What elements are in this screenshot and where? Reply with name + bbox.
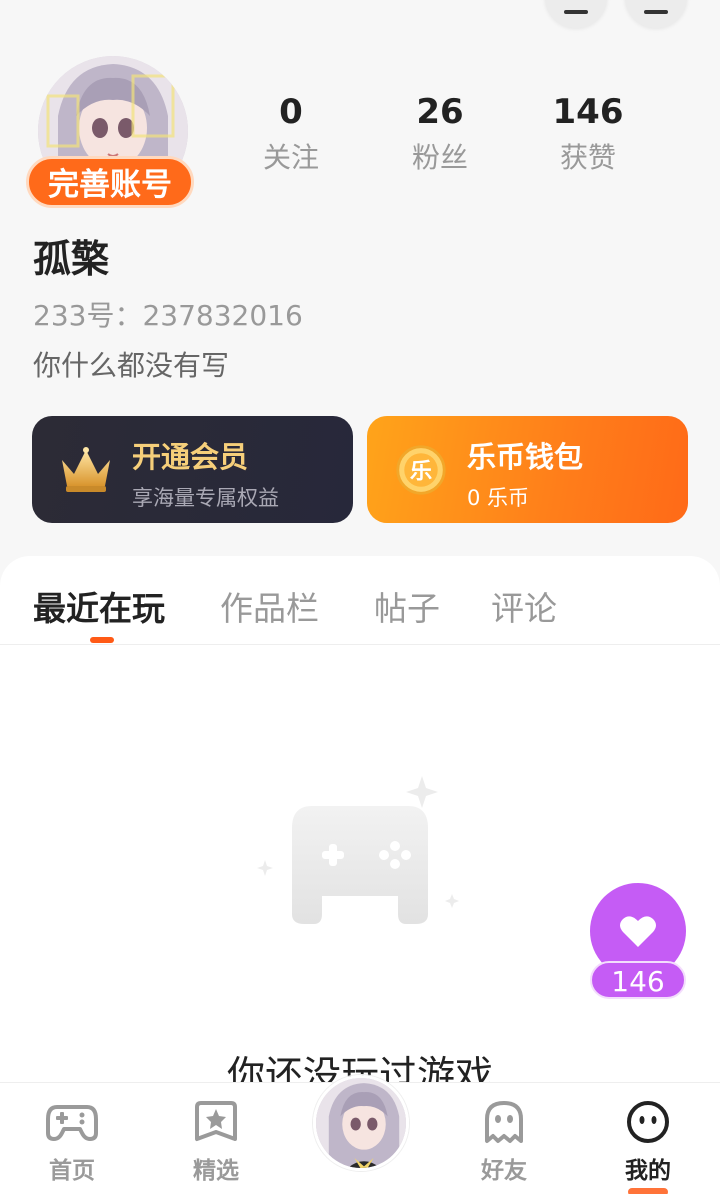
wallet-card[interactable]: 乐 乐币钱包 0 乐币 bbox=[367, 416, 688, 523]
crown-icon bbox=[62, 447, 110, 492]
active-nav-indicator bbox=[628, 1188, 668, 1194]
active-tab-indicator bbox=[90, 637, 114, 643]
tab-comments[interactable]: 评论 bbox=[491, 582, 557, 630]
center-avatar-button[interactable] bbox=[313, 1075, 409, 1171]
tabs-divider bbox=[0, 644, 720, 645]
stat-fans[interactable]: 26 粉丝 bbox=[380, 92, 500, 178]
svg-text:乐: 乐 bbox=[410, 458, 432, 484]
nav-home[interactable]: 首页 bbox=[22, 1099, 122, 1185]
vip-card-subtitle: 享海量专属权益 bbox=[132, 486, 279, 510]
nav-featured-label: 精选 bbox=[193, 1158, 239, 1184]
like-count-badge[interactable]: 146 bbox=[590, 961, 686, 999]
complete-account-badge[interactable]: 完善账号 bbox=[26, 156, 194, 208]
fans-count: 26 bbox=[416, 92, 464, 132]
tab-recently-played[interactable]: 最近在玩 bbox=[33, 582, 165, 630]
tab-works[interactable]: 作品栏 bbox=[220, 582, 319, 630]
wallet-card-balance: 0 乐币 bbox=[467, 486, 530, 510]
nav-friends-label: 好友 bbox=[481, 1158, 527, 1184]
nav-me-label: 我的 bbox=[625, 1158, 671, 1184]
heart-icon bbox=[620, 916, 656, 947]
minus-icon bbox=[564, 10, 588, 14]
following-count: 0 bbox=[279, 92, 303, 132]
stat-likes[interactable]: 146 获赞 bbox=[528, 92, 648, 178]
top-action-button-2[interactable] bbox=[625, 0, 687, 28]
profile-avatar-container[interactable]: 完善账号 bbox=[26, 56, 194, 208]
following-label: 关注 bbox=[262, 141, 319, 174]
vip-membership-card[interactable]: 开通会员 享海量专属权益 bbox=[32, 416, 353, 523]
vip-card-title: 开通会员 bbox=[132, 440, 249, 474]
nav-me[interactable]: 我的 bbox=[598, 1099, 698, 1194]
fans-label: 粉丝 bbox=[411, 141, 468, 174]
ghost-icon bbox=[485, 1101, 523, 1143]
gamepad-icon bbox=[46, 1105, 98, 1141]
username: 孤檠 bbox=[33, 237, 110, 281]
stat-following[interactable]: 0 关注 bbox=[231, 92, 351, 178]
smiley-icon bbox=[627, 1101, 669, 1143]
minus-icon bbox=[644, 10, 668, 14]
top-action-button-1[interactable] bbox=[545, 0, 607, 28]
content-panel: 最近在玩 作品栏 帖子 评论 你还没玩过游戏 bbox=[0, 556, 720, 1116]
nav-friends[interactable]: 好友 bbox=[454, 1099, 554, 1185]
likes-count: 146 bbox=[552, 92, 624, 132]
user-bio[interactable]: 你什么都没有写 bbox=[33, 344, 229, 384]
likes-label: 获赞 bbox=[559, 141, 616, 174]
star-icon bbox=[195, 1101, 237, 1141]
coin-icon: 乐 bbox=[396, 445, 446, 495]
gamepad-icon bbox=[257, 776, 459, 924]
nav-home-label: 首页 bbox=[49, 1158, 95, 1184]
user-id: 233号：237832016 bbox=[33, 299, 303, 332]
nav-featured[interactable]: 精选 bbox=[166, 1099, 266, 1185]
tab-posts[interactable]: 帖子 bbox=[374, 582, 440, 630]
wallet-card-title: 乐币钱包 bbox=[467, 440, 584, 474]
